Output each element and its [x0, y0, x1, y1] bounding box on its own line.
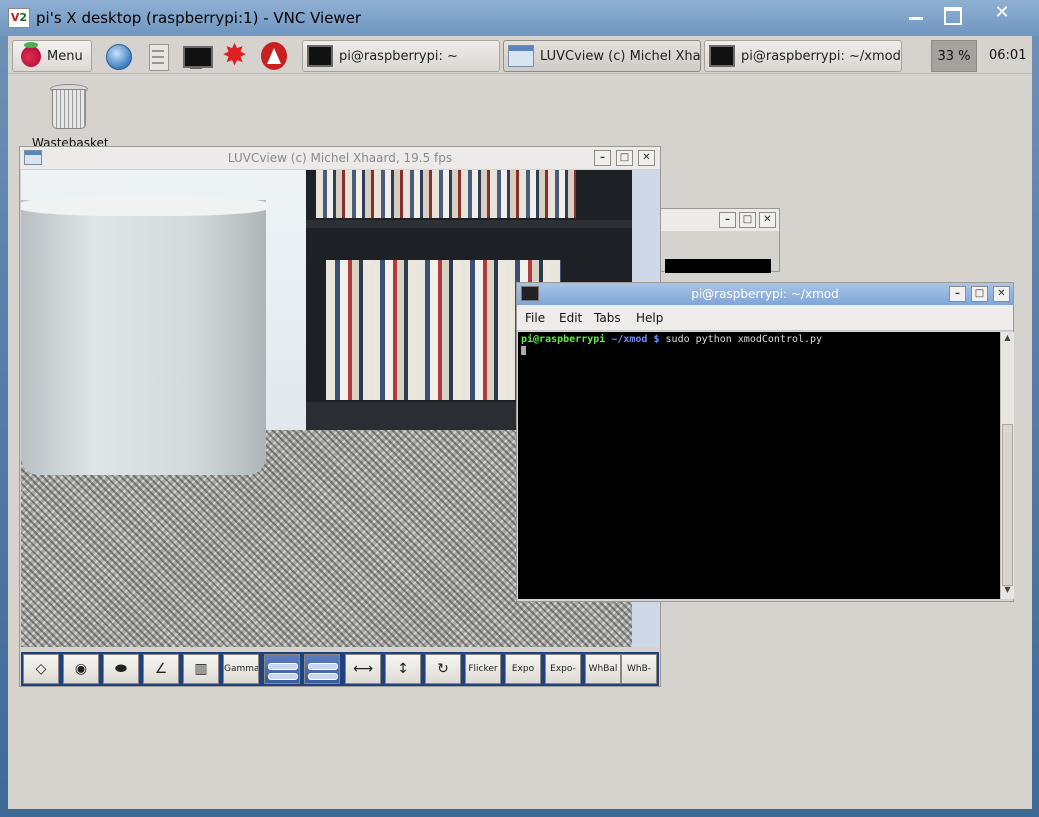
terminal-title: pi@raspberrypi: ~/xmod: [691, 287, 839, 301]
minimize-button[interactable]: [898, 0, 934, 28]
terminal-titlebar[interactable]: pi@raspberrypi: ~/xmod – □ ✕: [517, 283, 1013, 305]
text-cursor: [521, 346, 526, 355]
taskbar-item-label: LUVCview (c) Michel Xhaar...: [540, 49, 701, 64]
maximize-button[interactable]: □: [739, 212, 756, 228]
luvcview-control-toolbar: ◇ ◉ ⬬ ∠ ▥ Gamma ⟷ ↕ ↻ Flicker Expo Expo-…: [21, 652, 659, 686]
close-button[interactable]: ✕: [993, 286, 1010, 302]
terminal-window[interactable]: pi@raspberrypi: ~/xmod – □ ✕ File Edit T…: [516, 282, 1014, 602]
background-terminal-area: [665, 259, 771, 273]
menu-help[interactable]: Help: [636, 311, 663, 325]
expo-button[interactable]: Expo: [505, 654, 541, 684]
raspberry-pi-icon: [21, 42, 41, 67]
menu-tabs[interactable]: Tabs: [594, 311, 621, 325]
scroll-up-icon[interactable]: ▲: [1001, 333, 1014, 345]
window-icon: [508, 45, 534, 67]
menu-file[interactable]: File: [525, 311, 545, 325]
sharpness-button[interactable]: ∠: [143, 654, 179, 684]
taskbar-item-terminal-home[interactable]: pi@raspberrypi: ~: [302, 40, 500, 72]
rotate-button[interactable]: ↻: [425, 654, 461, 684]
gamma-button[interactable]: Gamma: [223, 654, 259, 684]
wolfram-icon[interactable]: [219, 38, 251, 73]
brightness-button[interactable]: ◇: [23, 654, 59, 684]
clock[interactable]: 06:01: [989, 48, 1026, 63]
terminal-icon: [709, 45, 735, 67]
hue-button[interactable]: ▥: [183, 654, 219, 684]
prompt-path: ~/xmod $: [611, 334, 660, 345]
terminal-output[interactable]: pi@raspberrypi ~/xmod $ sudo python xmod…: [518, 332, 1000, 599]
command-text: sudo python xmodControl.py: [665, 334, 823, 345]
file-manager-icon[interactable]: [141, 40, 173, 72]
minimize-button[interactable]: –: [594, 150, 611, 166]
taskbar-item-luvcview[interactable]: LUVCview (c) Michel Xhaar...: [503, 40, 701, 72]
pan-reset-button[interactable]: ⟷: [345, 654, 381, 684]
scroll-down-icon[interactable]: ▼: [1001, 585, 1014, 597]
terminal-launcher-icon[interactable]: [180, 40, 213, 72]
mathematica-icon[interactable]: [258, 40, 290, 72]
remote-desktop[interactable]: Menu pi@raspberrypi: ~ LUVCview (c) Mich…: [8, 36, 1032, 809]
cpu-value: 33 %: [937, 49, 971, 64]
close-button[interactable]: ✕: [970, 0, 1034, 28]
scrollbar-thumb[interactable]: [1002, 424, 1013, 586]
menu-button[interactable]: Menu: [12, 40, 92, 72]
minimize-button[interactable]: –: [949, 286, 966, 302]
white-balance-button[interactable]: WhBal: [585, 654, 621, 684]
terminal-menubar: File Edit Tabs Help: [517, 305, 1013, 331]
lxde-panel: Menu pi@raspberrypi: ~ LUVCview (c) Mich…: [8, 36, 1032, 74]
contrast-button[interactable]: ◉: [63, 654, 99, 684]
cpu-monitor[interactable]: 33 %: [931, 40, 977, 72]
vnc-titlebar[interactable]: V2 pi's X desktop (raspberrypi:1) - VNC …: [0, 0, 1039, 36]
taskbar-item-label: pi@raspberrypi: ~: [339, 49, 458, 64]
prompt-user: pi@raspberrypi: [521, 334, 606, 345]
tilt-button[interactable]: [304, 654, 340, 684]
vnc-logo-icon: V2: [8, 8, 30, 28]
flicker-button[interactable]: Flicker: [465, 654, 501, 684]
terminal-command-line: pi@raspberrypi ~/xmod $ sudo python xmod…: [521, 334, 822, 345]
pan-button[interactable]: [264, 654, 300, 684]
maximize-button[interactable]: □: [971, 286, 988, 302]
maximize-button[interactable]: [934, 0, 970, 28]
luvcview-title: LUVCview (c) Michel Xhaard, 19.5 fps: [227, 151, 453, 165]
vnc-window-title: pi's X desktop (raspberrypi:1) - VNC Vie…: [36, 9, 362, 27]
white-balance-auto-button[interactable]: WhB-Auto: [621, 654, 657, 684]
web-browser-icon[interactable]: [102, 40, 134, 72]
tilt-reset-button[interactable]: ↕: [385, 654, 421, 684]
luvcview-titlebar[interactable]: LUVCview (c) Michel Xhaard, 19.5 fps – □…: [20, 147, 660, 169]
saturation-button[interactable]: ⬬: [103, 654, 139, 684]
minimize-button[interactable]: –: [719, 212, 736, 228]
terminal-scrollbar[interactable]: ▲ ▼: [1000, 332, 1014, 599]
wastebasket-in-video: [21, 196, 269, 475]
taskbar-item-terminal-xmod[interactable]: pi@raspberrypi: ~/xmod: [704, 40, 902, 72]
vnc-viewer-window: V2 pi's X desktop (raspberrypi:1) - VNC …: [0, 0, 1039, 817]
taskbar-item-label: pi@raspberrypi: ~/xmod: [741, 49, 901, 64]
wastebasket-icon[interactable]: [48, 84, 88, 130]
close-button[interactable]: ✕: [759, 212, 776, 228]
menu-edit[interactable]: Edit: [559, 311, 582, 325]
menu-label: Menu: [47, 49, 83, 64]
maximize-button[interactable]: □: [616, 150, 633, 166]
close-button[interactable]: ✕: [638, 150, 655, 166]
expo-auto-button[interactable]: Expo-Auto: [545, 654, 581, 684]
terminal-icon: [307, 45, 333, 67]
